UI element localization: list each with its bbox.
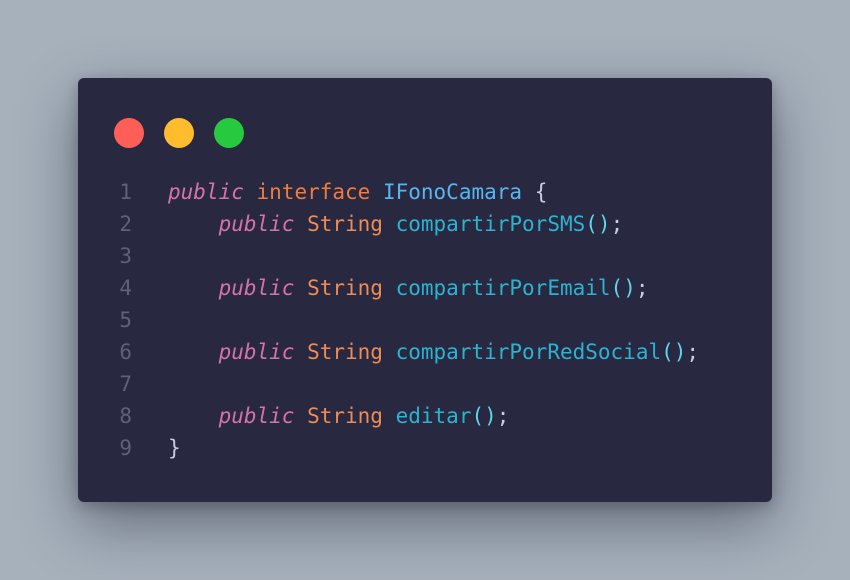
window-controls [114, 118, 244, 148]
line-source: } [132, 432, 181, 464]
line-number: 5 [119, 308, 132, 332]
code-line: 3 [78, 240, 772, 272]
line-source: public String compartirPorEmail(); [132, 272, 649, 304]
line-source [132, 304, 168, 336]
maximize-dot-icon[interactable] [214, 118, 244, 148]
code-token: editar [395, 404, 472, 428]
code-token: interface [256, 180, 371, 204]
code-line: 2 public String compartirPorSMS(); [78, 208, 772, 240]
code-token: compartirPorSMS [395, 212, 586, 236]
line-number: 4 [119, 276, 132, 300]
code-token: () [610, 276, 636, 300]
line-source: public String compartirPorRedSocial(); [132, 336, 700, 368]
code-token: public [168, 180, 244, 204]
code-token: String [307, 212, 383, 236]
code-line: 1 public interface IFonoCamara { [78, 176, 772, 208]
close-dot-icon[interactable] [114, 118, 144, 148]
code-token: public [218, 340, 295, 364]
code-token: ; [610, 212, 624, 236]
code-token: compartirPorEmail [395, 276, 611, 300]
code-token: { [522, 180, 548, 204]
line-source: public interface IFonoCamara { [132, 176, 547, 208]
code-token: () [585, 212, 611, 236]
code-token: public [218, 212, 295, 236]
code-token: public [218, 404, 295, 428]
code-token: String [307, 340, 383, 364]
code-block: 1 public interface IFonoCamara {2 public … [78, 176, 772, 464]
code-line: 9} [78, 432, 772, 464]
line-number: 3 [119, 244, 132, 268]
code-line: 8 public String editar(); [78, 400, 772, 432]
line-source: public String compartirPorSMS(); [132, 208, 624, 240]
code-token: () [471, 404, 497, 428]
line-number: 2 [119, 212, 132, 236]
code-line: 7 [78, 368, 772, 400]
line-number: 6 [119, 340, 132, 364]
code-token: } [168, 436, 181, 460]
code-token: () [661, 340, 687, 364]
code-window: 1 public interface IFonoCamara {2 public … [78, 78, 772, 502]
line-number: 8 [119, 404, 132, 428]
code-token: ; [496, 404, 510, 428]
code-token: compartirPorRedSocial [395, 340, 662, 364]
code-token: ; [686, 340, 700, 364]
code-token: public [218, 276, 295, 300]
code-token: String [307, 276, 383, 300]
line-number: 7 [119, 372, 132, 396]
code-token: String [307, 404, 383, 428]
code-line: 6 public String compartirPorRedSocial(); [78, 336, 772, 368]
code-token: IFonoCamara [382, 180, 523, 204]
line-number: 9 [119, 436, 132, 460]
code-line: 5 [78, 304, 772, 336]
line-source: public String editar(); [132, 400, 510, 432]
code-line: 4 public String compartirPorEmail(); [78, 272, 772, 304]
code-token: ; [635, 276, 649, 300]
line-number: 1 [119, 180, 132, 204]
line-source [132, 368, 168, 400]
minimize-dot-icon[interactable] [164, 118, 194, 148]
line-source [132, 240, 168, 272]
